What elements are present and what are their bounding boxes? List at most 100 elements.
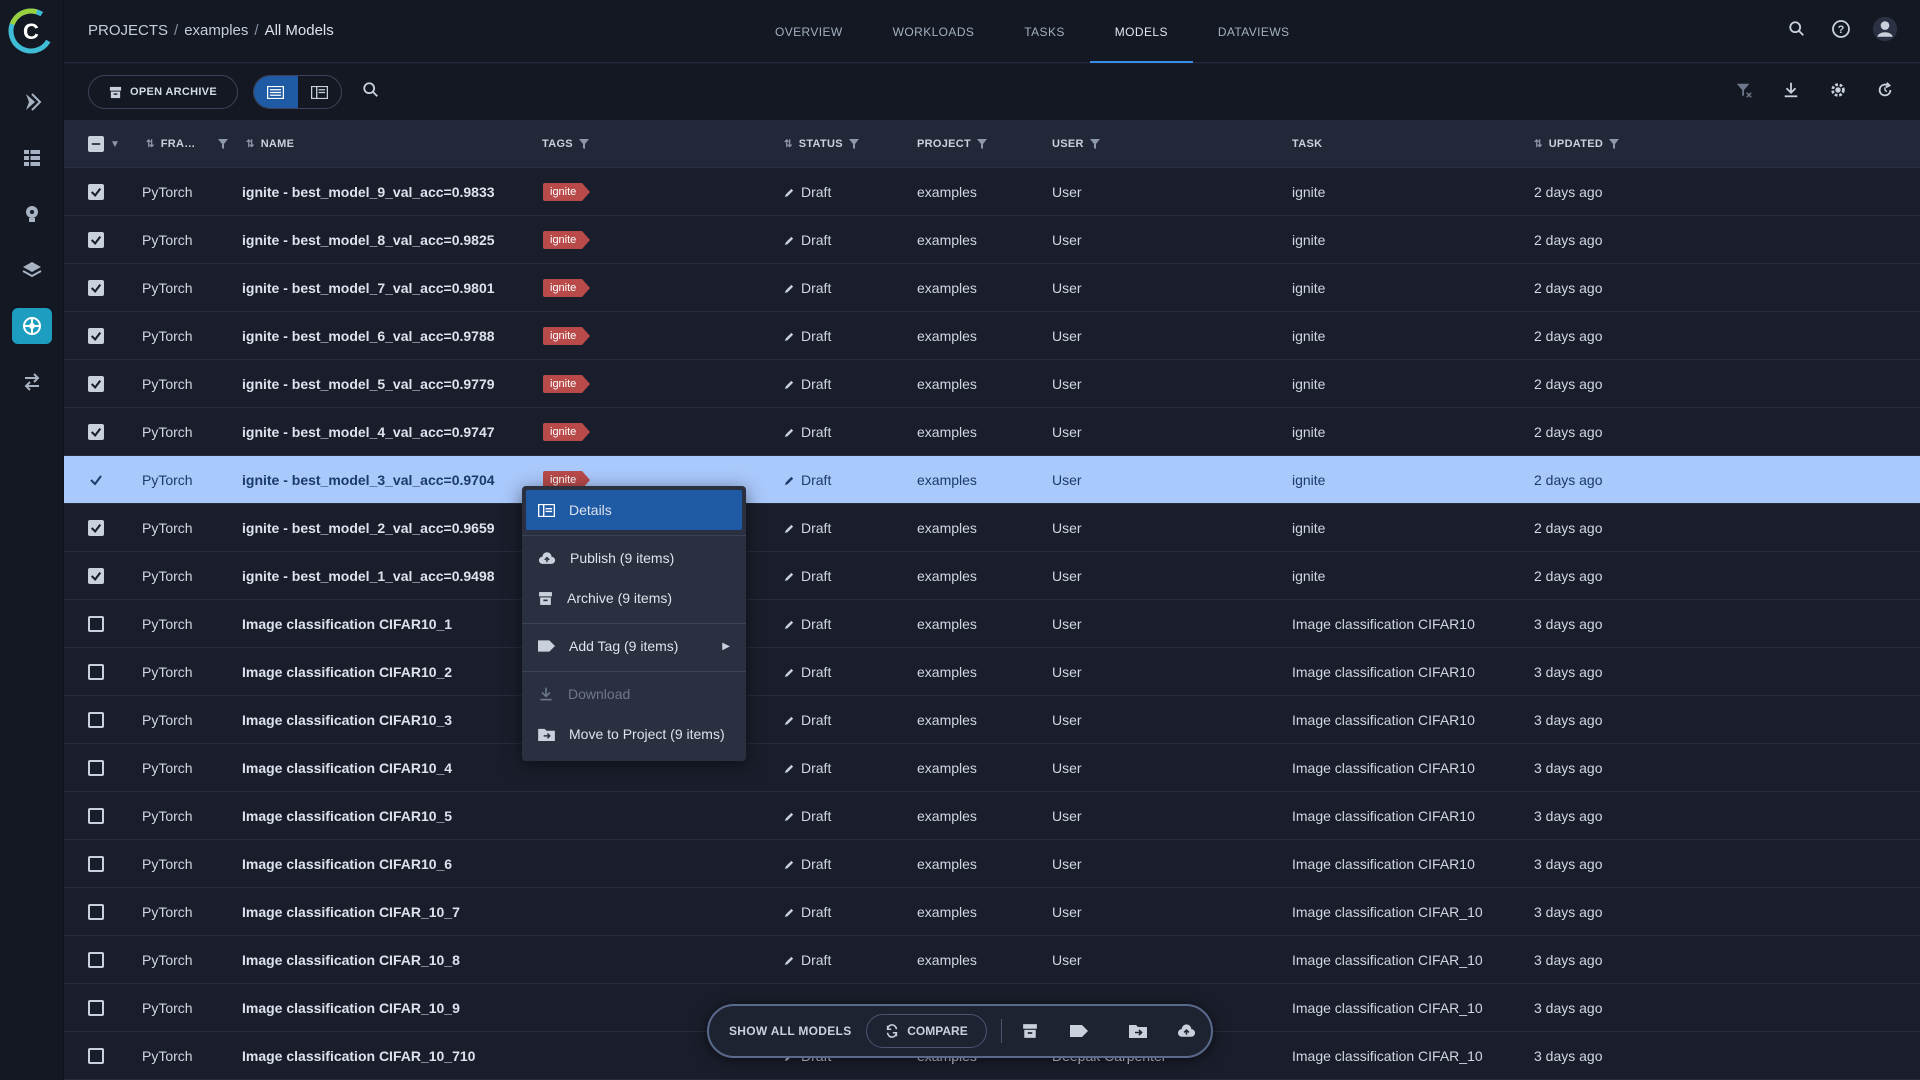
task-cell[interactable]: Image classification CIFAR_10 <box>1292 888 1483 936</box>
model-name-cell[interactable]: ignite - best_model_4_val_acc=0.9747 <box>242 408 495 456</box>
row-select-cell[interactable] <box>88 984 104 1032</box>
row-select-cell[interactable] <box>88 744 104 792</box>
table-row[interactable]: PyTorch Image classification CIFAR10_1 Dra… <box>64 600 1920 648</box>
task-cell[interactable]: ignite <box>1292 504 1325 552</box>
tag-badge[interactable]: ignite <box>543 423 591 441</box>
sort-icon[interactable]: ⇅ <box>1534 139 1543 150</box>
tab-dataviews[interactable]: DATAVIEWS <box>1193 0 1315 63</box>
user-avatar-icon[interactable] <box>1872 16 1898 42</box>
model-name-cell[interactable]: Image classification CIFAR10_6 <box>242 840 452 888</box>
sidebar-item-projects[interactable] <box>12 140 52 176</box>
compare-button[interactable]: COMPARE <box>866 1014 987 1048</box>
model-name-cell[interactable]: ignite - best_model_2_val_acc=0.9659 <box>242 504 495 552</box>
auto-refresh-icon[interactable] <box>1876 81 1894 104</box>
task-cell[interactable]: Image classification CIFAR10 <box>1292 744 1475 792</box>
row-select-cell[interactable] <box>88 936 104 984</box>
row-checkbox[interactable] <box>88 424 104 440</box>
table-row[interactable]: PyTorch ignite - best_model_7_val_acc=0.9… <box>64 264 1920 312</box>
settings-gear-icon[interactable] <box>1829 81 1847 104</box>
help-icon[interactable]: ? <box>1828 16 1854 42</box>
row-select-cell[interactable] <box>88 408 104 456</box>
row-checkbox[interactable] <box>88 952 104 968</box>
column-tags[interactable]: TAGS <box>542 120 589 168</box>
task-cell[interactable]: Image classification CIFAR_10 <box>1292 1032 1483 1080</box>
row-checkbox[interactable] <box>88 184 104 200</box>
model-name-cell[interactable]: ignite - best_model_9_val_acc=0.9833 <box>242 168 495 216</box>
cloud-upload-icon[interactable] <box>1174 1019 1198 1043</box>
filter-icon[interactable] <box>977 139 988 149</box>
model-name-cell[interactable]: ignite - best_model_7_val_acc=0.9801 <box>242 264 495 312</box>
filter-icon[interactable] <box>578 139 589 149</box>
tag-badge[interactable]: ignite <box>543 375 591 393</box>
row-checkbox[interactable] <box>88 520 104 536</box>
select-all-control[interactable]: ▼ <box>88 120 120 168</box>
tag-icon[interactable] <box>1067 1019 1091 1043</box>
task-cell[interactable]: ignite <box>1292 216 1325 264</box>
sidebar-item-datasets[interactable] <box>12 252 52 288</box>
sidebar-item-home[interactable] <box>12 84 52 120</box>
row-checkbox[interactable] <box>88 760 104 776</box>
row-select-cell[interactable] <box>88 600 104 648</box>
filter-icon[interactable] <box>1609 139 1620 149</box>
task-cell[interactable]: ignite <box>1292 360 1325 408</box>
task-cell[interactable]: Image classification CIFAR10 <box>1292 840 1475 888</box>
column-name[interactable]: ⇅ NAME <box>246 120 294 168</box>
table-row[interactable]: PyTorch ignite - best_model_8_val_acc=0.9… <box>64 216 1920 264</box>
tab-workloads[interactable]: WORKLOADS <box>868 0 1000 63</box>
context-menu-publish[interactable]: Publish (9 items) <box>526 538 742 578</box>
column-user[interactable]: USER <box>1052 120 1100 168</box>
task-cell[interactable]: Image classification CIFAR10 <box>1292 648 1475 696</box>
clear-filters-icon[interactable] <box>1735 81 1753 104</box>
breadcrumb-current[interactable]: All Models <box>265 22 334 39</box>
model-name-cell[interactable]: ignite - best_model_8_val_acc=0.9825 <box>242 216 495 264</box>
row-checkbox[interactable] <box>88 1000 104 1016</box>
table-row[interactable]: PyTorch Image classification CIFAR10_6 Dra… <box>64 840 1920 888</box>
row-select-cell[interactable] <box>88 888 104 936</box>
model-name-cell[interactable]: Image classification CIFAR_10_7 <box>242 888 460 936</box>
tag-badge[interactable]: ignite <box>543 279 591 297</box>
row-checkbox[interactable] <box>88 856 104 872</box>
sidebar-item-experiments[interactable] <box>12 196 52 232</box>
row-checkbox[interactable] <box>88 472 104 488</box>
table-row[interactable]: PyTorch Image classification CIFAR10_3 Dra… <box>64 696 1920 744</box>
task-cell[interactable]: Image classification CIFAR10 <box>1292 792 1475 840</box>
clearml-logo-icon[interactable]: C <box>8 8 54 54</box>
filter-icon[interactable] <box>848 139 859 149</box>
table-row[interactable]: PyTorch Image classification CIFAR10_5 Dra… <box>64 792 1920 840</box>
model-name-cell[interactable]: ignite - best_model_5_val_acc=0.9779 <box>242 360 495 408</box>
row-select-cell[interactable] <box>88 840 104 888</box>
task-cell[interactable]: Image classification CIFAR10 <box>1292 600 1475 648</box>
task-cell[interactable]: ignite <box>1292 408 1325 456</box>
row-checkbox[interactable] <box>88 328 104 344</box>
column-status[interactable]: ⇅ STATUS <box>784 120 859 168</box>
row-select-cell[interactable] <box>88 360 104 408</box>
context-menu-add-tag[interactable]: Add Tag (9 items) ▶ <box>526 626 742 666</box>
context-menu-move-to-project[interactable]: Move to Project (9 items) <box>526 714 742 754</box>
table-row[interactable]: PyTorch ignite - best_model_2_val_acc=0.9… <box>64 504 1920 552</box>
breadcrumb-project[interactable]: examples <box>184 22 248 39</box>
model-name-cell[interactable]: Image classification CIFAR10_3 <box>242 696 452 744</box>
task-cell[interactable]: Image classification CIFAR_10 <box>1292 984 1483 1032</box>
context-menu-archive[interactable]: Archive (9 items) <box>526 578 742 618</box>
column-framework[interactable]: ⇅ FRA… <box>146 120 228 168</box>
model-name-cell[interactable]: Image classification CIFAR10_5 <box>242 792 452 840</box>
task-cell[interactable]: ignite <box>1292 552 1325 600</box>
table-row[interactable]: PyTorch Image classification CIFAR_10_7 Dr… <box>64 888 1920 936</box>
show-all-models-button[interactable]: SHOW ALL MODELS <box>729 1006 852 1056</box>
row-select-cell[interactable] <box>88 168 104 216</box>
table-row[interactable]: PyTorch Image classification CIFAR10_2 Dra… <box>64 648 1920 696</box>
tab-overview[interactable]: OVERVIEW <box>750 0 868 63</box>
sort-icon[interactable]: ⇅ <box>146 139 155 150</box>
tag-badge[interactable]: ignite <box>543 327 591 345</box>
model-name-cell[interactable]: ignite - best_model_1_val_acc=0.9498 <box>242 552 495 600</box>
model-name-cell[interactable]: Image classification CIFAR10_1 <box>242 600 452 648</box>
search-icon[interactable] <box>1784 16 1810 42</box>
context-menu-details[interactable]: Details <box>526 490 742 530</box>
column-task[interactable]: TASK <box>1292 120 1322 168</box>
table-row[interactable]: PyTorch Image classification CIFAR_10_8 Dr… <box>64 936 1920 984</box>
tag-badge[interactable]: ignite <box>543 183 591 201</box>
task-cell[interactable]: ignite <box>1292 264 1325 312</box>
row-select-cell[interactable] <box>88 216 104 264</box>
tab-models[interactable]: MODELS <box>1089 0 1193 63</box>
row-select-cell[interactable] <box>88 648 104 696</box>
